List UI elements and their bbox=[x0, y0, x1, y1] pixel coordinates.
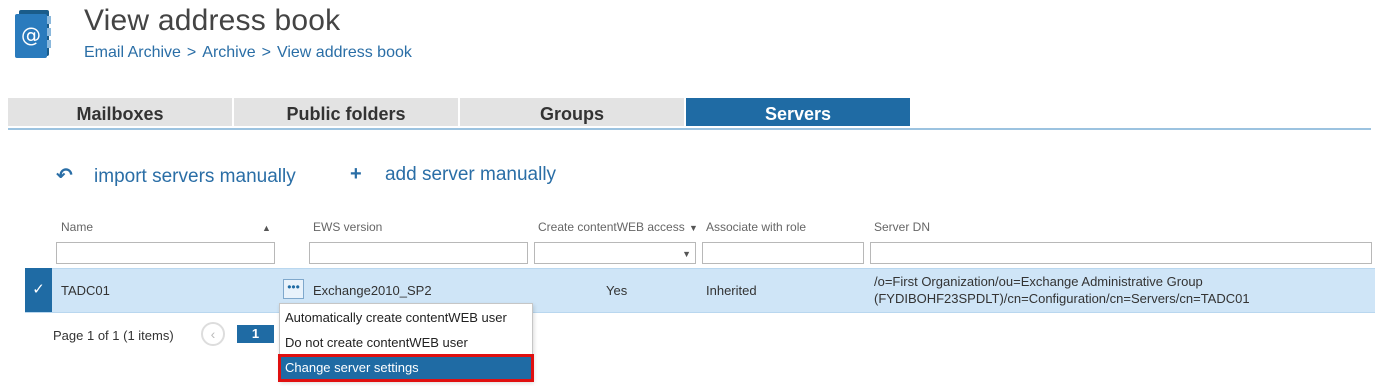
breadcrumb-separator: > bbox=[186, 44, 197, 61]
breadcrumb: Email Archive > Archive > View address book bbox=[84, 44, 412, 62]
breadcrumb-archive[interactable]: Archive bbox=[202, 44, 255, 61]
page-title: View address book bbox=[84, 4, 341, 37]
add-server-label: add server manually bbox=[384, 164, 557, 185]
breadcrumb-separator: > bbox=[261, 44, 271, 61]
create-access-filter-select[interactable]: ▼ bbox=[534, 242, 696, 264]
cell-server-dn-line2: (FYDIBOHF23SPDLT)/cn=Configuration/cn=Se… bbox=[874, 291, 1250, 306]
row-select-checkbox[interactable]: ✓ bbox=[25, 268, 52, 312]
column-header-server-dn[interactable]: Server DN bbox=[874, 220, 930, 234]
tab-servers[interactable]: Servers bbox=[686, 98, 910, 126]
add-server-button[interactable]: + add server manually bbox=[350, 163, 556, 186]
sort-ascending-icon[interactable]: ▲ bbox=[262, 223, 271, 233]
chevron-down-icon: ▼ bbox=[682, 249, 691, 259]
breadcrumb-view-address-book[interactable]: View address book bbox=[277, 44, 412, 61]
page-button-current[interactable]: 1 bbox=[237, 325, 274, 343]
cell-server-dn-line1: /o=First Organization/ou=Exchange Admini… bbox=[874, 274, 1203, 289]
role-filter-input[interactable] bbox=[702, 242, 864, 264]
tab-bar: Mailboxes Public folders Groups Servers bbox=[8, 98, 1371, 130]
row-context-menu: Automatically create contentWEB user Do … bbox=[278, 303, 534, 382]
import-servers-label: import servers manually bbox=[94, 166, 296, 187]
column-header-role[interactable]: Associate with role bbox=[706, 220, 806, 234]
tab-groups[interactable]: Groups bbox=[460, 98, 684, 126]
cell-role: Inherited bbox=[706, 283, 757, 298]
cell-create-access: Yes bbox=[606, 283, 628, 298]
server-dn-filter-input[interactable] bbox=[870, 242, 1372, 264]
cell-ews-version: Exchange2010_SP2 bbox=[313, 283, 432, 298]
column-header-ews-version[interactable]: EWS version bbox=[313, 220, 382, 234]
tab-public-folders[interactable]: Public folders bbox=[234, 98, 458, 126]
cell-name: TADC01 bbox=[61, 283, 110, 298]
column-header-create-access[interactable]: Create contentWEB access bbox=[538, 220, 685, 234]
menu-item-auto-create-user[interactable]: Automatically create contentWEB user bbox=[280, 306, 532, 330]
svg-text:@: @ bbox=[21, 23, 41, 47]
pager-summary: Page 1 of 1 (1 items) bbox=[53, 328, 174, 343]
menu-item-do-not-create-user[interactable]: Do not create contentWEB user bbox=[280, 331, 532, 355]
column-header-name[interactable]: Name bbox=[61, 220, 93, 234]
name-filter-input[interactable] bbox=[56, 242, 275, 264]
menu-item-change-server-settings[interactable]: Change server settings bbox=[278, 354, 534, 382]
tab-mailboxes[interactable]: Mailboxes bbox=[8, 98, 232, 126]
undo-arrow-icon: ↶ bbox=[56, 165, 73, 187]
breadcrumb-email-archive[interactable]: Email Archive bbox=[84, 44, 181, 61]
plus-icon: + bbox=[350, 163, 362, 185]
row-actions-button[interactable]: ••• bbox=[283, 279, 304, 299]
filter-dropdown-icon[interactable]: ▼ bbox=[689, 223, 698, 233]
previous-page-icon[interactable]: ‹ bbox=[201, 322, 225, 346]
ews-version-filter-input[interactable] bbox=[309, 242, 528, 264]
import-servers-button[interactable]: ↶ import servers manually bbox=[56, 163, 296, 188]
address-book-icon: @ bbox=[13, 8, 55, 60]
